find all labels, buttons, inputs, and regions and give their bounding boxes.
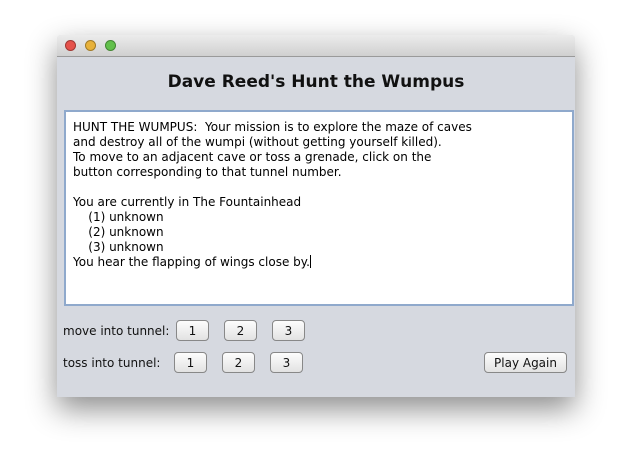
game-output-textarea[interactable]: HUNT THE WUMPUS: Your mission is to expl… [64, 110, 574, 306]
title-bar[interactable] [57, 35, 575, 57]
move-label: move into tunnel: [63, 324, 170, 338]
toss-tunnel-2-button[interactable]: 2 [222, 352, 255, 373]
zoom-button[interactable] [105, 40, 116, 51]
output-line: You hear the flapping of wings close by. [73, 255, 310, 269]
output-line: You are currently in The Fountainhead [73, 195, 302, 209]
output-line: (2) unknown [73, 225, 164, 239]
play-again-button[interactable]: Play Again [484, 352, 567, 373]
toss-tunnel-1-button[interactable]: 1 [174, 352, 207, 373]
toss-tunnel-3-button[interactable]: 3 [270, 352, 303, 373]
page-title: Dave Reed's Hunt the Wumpus [167, 72, 465, 92]
output-line: To move to an adjacent cave or toss a gr… [73, 150, 432, 164]
output-line: button corresponding to that tunnel numb… [73, 165, 342, 179]
text-caret [309, 255, 311, 268]
move-tunnel-3-button[interactable]: 3 [272, 320, 305, 341]
output-line: (3) unknown [73, 240, 164, 254]
close-button[interactable] [65, 40, 76, 51]
toss-label: toss into tunnel: [63, 356, 161, 370]
move-tunnel-2-button[interactable]: 2 [224, 320, 257, 341]
output-line: HUNT THE WUMPUS: Your mission is to expl… [73, 120, 472, 134]
output-line: (1) unknown [73, 210, 164, 224]
output-line: and destroy all of the wumpi (without ge… [73, 135, 442, 149]
minimize-button[interactable] [85, 40, 96, 51]
output-line-last: You hear the flapping of wings close by. [73, 255, 572, 270]
move-tunnel-1-button[interactable]: 1 [176, 320, 209, 341]
app-window: Dave Reed's Hunt the Wumpus HUNT THE WUM… [57, 35, 575, 397]
